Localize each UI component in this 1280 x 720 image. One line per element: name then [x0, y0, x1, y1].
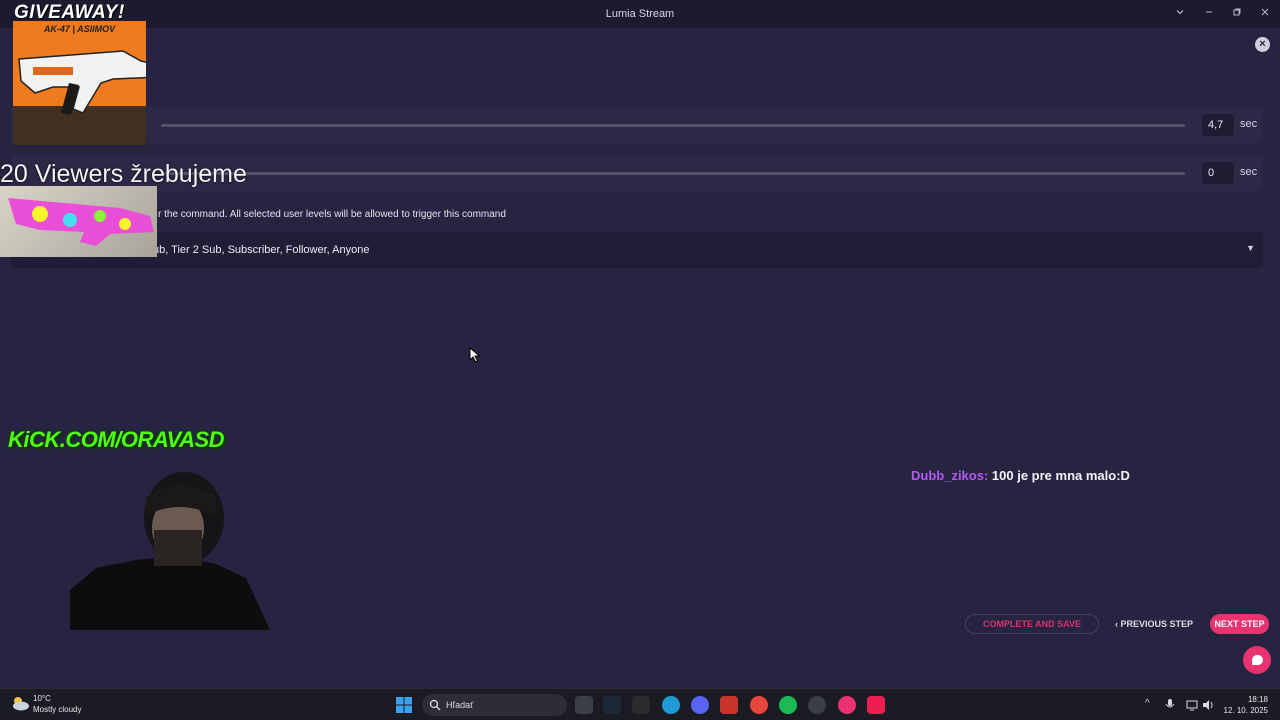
weather-widget[interactable]: 10°C Mostly cloudy: [10, 694, 81, 717]
discord-icon[interactable]: [691, 696, 709, 714]
delay-value-input[interactable]: 0: [1202, 162, 1234, 184]
tray-chevron-up-icon[interactable]: ^: [1145, 698, 1150, 709]
viewers-goal-text: 20 Viewers žrebujeme: [0, 160, 247, 188]
taskbar-search[interactable]: Hľadať: [422, 694, 567, 716]
volume-icon[interactable]: [1202, 699, 1214, 711]
previous-step-label: PREVIOUS STEP: [1120, 619, 1194, 629]
tiktok-icon[interactable]: [867, 696, 885, 714]
m4-skin-icon: [8, 198, 154, 246]
chat-text: 100 je pre mna malo:D: [991, 468, 1130, 483]
taskbar-clock[interactable]: 18:18 12. 10. 2025: [1224, 694, 1268, 716]
giveaway-card: AK-47 | ASIIMOV: [13, 21, 146, 145]
steam-icon[interactable]: [603, 696, 621, 714]
clock-date: 12. 10. 2025: [1223, 706, 1268, 715]
windows-start-icon[interactable]: [396, 697, 412, 713]
weather-temperature: 10°C: [33, 694, 51, 703]
windows-taskbar: 10°C Mostly cloudy Hľadať ^ 18:18 12. 10…: [0, 688, 1280, 720]
chevron-down-icon[interactable]: [1166, 4, 1194, 24]
logitech-icon[interactable]: [632, 696, 650, 714]
caret-down-icon: ▼: [1246, 243, 1255, 253]
restore-button[interactable]: [1223, 4, 1251, 24]
mouse-cursor-icon: [469, 347, 481, 363]
user-levels-description: r the command. All selected user levels …: [158, 209, 506, 220]
cooldown-slider-row: 4,7 sec: [11, 107, 1263, 143]
weapon-skin-image: [0, 186, 157, 257]
chrome-icon[interactable]: [750, 696, 768, 714]
complete-and-save-button[interactable]: COMPLETE AND SAVE: [965, 614, 1099, 634]
cooldown-slider-track[interactable]: [161, 124, 1185, 127]
next-step-button[interactable]: NEXT STEP: [1210, 614, 1269, 634]
weather-cloud-icon: [13, 697, 29, 711]
search-icon: [429, 699, 441, 711]
edge-icon[interactable]: [662, 696, 680, 714]
lumia-stream-window: Lumia Stream × 4,7 sec 0 sec r the comma…: [0, 0, 1280, 720]
app-icon[interactable]: [720, 696, 738, 714]
cooldown-unit: sec: [1240, 118, 1258, 130]
microphone-icon[interactable]: [1165, 699, 1175, 711]
obs-icon[interactable]: [808, 696, 826, 714]
clock-time: 18:18: [1247, 695, 1268, 704]
chat-message: Dubb_zikos: 100 je pre mna malo:D: [911, 468, 1130, 483]
title-bar: Lumia Stream: [0, 0, 1280, 28]
delay-slider-track[interactable]: [161, 172, 1185, 175]
delay-unit: sec: [1240, 166, 1258, 178]
chat-username: Dubb_zikos:: [911, 468, 989, 483]
kick-channel-link: KiCK.COM/ORAVASD: [8, 427, 225, 452]
cooldown-value-input[interactable]: 4,7: [1202, 114, 1234, 136]
webcam-feed: [70, 472, 270, 630]
task-view-icon[interactable]: [575, 696, 593, 714]
network-icon[interactable]: [1186, 699, 1198, 711]
user-levels-select[interactable]: ub, Tier 2 Sub, Subscriber, Follower, An…: [11, 232, 1263, 268]
minimize-button[interactable]: [1195, 4, 1223, 24]
close-dialog-icon[interactable]: ×: [1255, 37, 1270, 52]
giveaway-overlay: AK-47 | ASIIMOV GIVEAWAY!: [0, 0, 160, 160]
window-title: Lumia Stream: [605, 8, 675, 20]
previous-step-button[interactable]: ‹ PREVIOUS STEP: [1108, 614, 1200, 634]
lumia-stream-taskbar-icon[interactable]: [838, 696, 856, 714]
close-window-button[interactable]: [1251, 4, 1279, 24]
support-chat-button[interactable]: [1243, 646, 1271, 674]
weather-condition: Mostly cloudy: [33, 705, 82, 714]
spotify-icon[interactable]: [779, 696, 797, 714]
chat-bubble-icon: [1252, 655, 1263, 665]
ak47-image: [13, 50, 146, 145]
user-levels-selected-value: ub, Tier 2 Sub, Subscriber, Follower, An…: [153, 244, 370, 256]
search-placeholder: Hľadať: [446, 700, 474, 710]
giveaway-title: GIVEAWAY!: [14, 2, 125, 23]
